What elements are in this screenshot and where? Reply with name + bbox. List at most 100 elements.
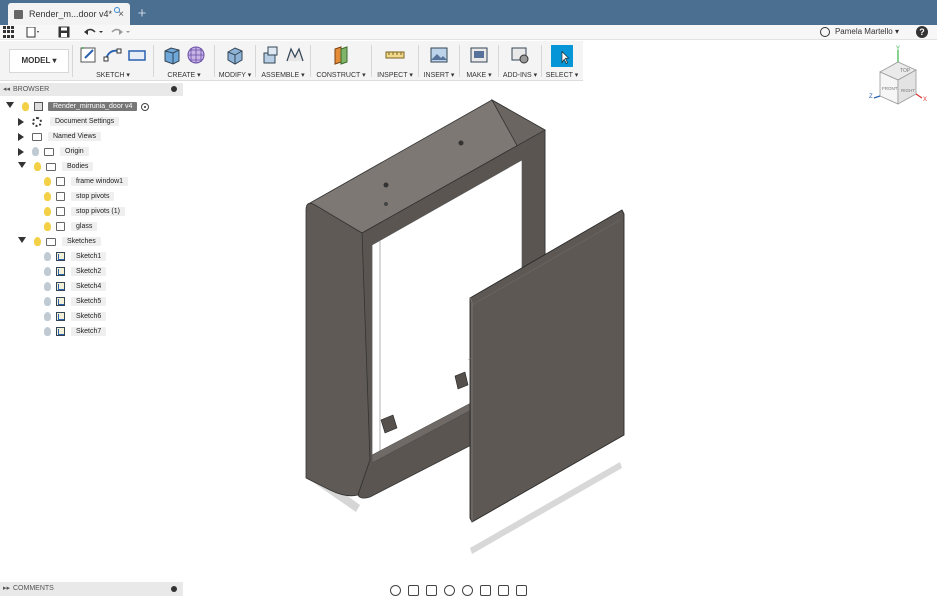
construct-menu[interactable]: CONSTRUCT ▾ [312,71,370,79]
expand-arrow-icon[interactable] [18,147,24,156]
modify-group[interactable]: MODIFY ▾ [216,41,254,81]
addins-group[interactable]: ADD-INS ▾ [500,41,540,81]
tree-item-sketch[interactable]: Sketch6 [44,310,107,323]
tree-item-body[interactable]: frame window1 [44,175,129,188]
tree-item-label[interactable]: Bodies [62,162,94,171]
pin-icon[interactable] [171,86,177,92]
scripts-addins-icon[interactable] [510,45,530,65]
3d-viewport[interactable] [183,83,937,582]
tree-item-sketch[interactable]: Sketch7 [44,325,107,338]
assemble-group[interactable]: ASSEMBLE ▾ [257,41,309,81]
inspect-menu[interactable]: INSPECT ▾ [373,71,417,79]
tree-item-bodies[interactable]: Bodies [18,160,94,173]
visibility-bulb-icon[interactable] [22,102,29,111]
tree-item-label[interactable]: Named Views [48,132,102,141]
visibility-bulb-icon[interactable] [44,297,51,306]
zoom-icon[interactable] [442,584,457,596]
expand-icon[interactable]: ▸▸ [3,582,10,596]
tree-item-body[interactable]: stop pivots (1) [44,205,125,218]
expand-arrow-icon[interactable] [18,132,24,141]
assemble-menu[interactable]: ASSEMBLE ▾ [257,71,309,79]
measure-icon[interactable] [385,45,405,65]
tree-item-origin[interactable]: Origin [18,145,89,158]
pin-icon[interactable] [171,586,177,592]
orbit-icon[interactable] [388,584,403,596]
grid-snaps-icon[interactable] [496,584,511,596]
visibility-bulb-icon[interactable] [44,222,51,231]
select-group[interactable]: SELECT ▾ [543,41,581,81]
create-group[interactable]: CREATE ▾ [155,41,213,81]
document-tab[interactable]: Render_m...door v4* × [8,3,130,25]
tree-item-label[interactable]: Origin [60,147,89,156]
tree-item-body[interactable]: stop pivots [44,190,115,203]
view-cube[interactable]: TOP FRONT RIGHT Y Z X [868,44,934,110]
tree-item-sketch[interactable]: Sketch4 [44,280,107,293]
insert-image-icon[interactable] [429,45,449,65]
tree-item-label[interactable]: Sketches [62,237,101,246]
tree-root[interactable]: Render_mirrunia_door v4 [6,100,150,113]
rectangle-tool-icon[interactable] [127,45,147,65]
root-component-label[interactable]: Render_mirrunia_door v4 [48,102,138,111]
job-status-clock-icon[interactable] [820,27,830,37]
workspace-switcher-button[interactable]: MODEL ▾ [9,49,69,73]
viewports-icon[interactable] [514,584,529,596]
look-at-icon[interactable] [406,584,421,596]
visibility-bulb-icon[interactable] [44,177,51,186]
new-component-icon[interactable] [261,45,281,65]
undo-icon[interactable] [84,27,104,38]
user-account-menu[interactable]: Pamela Martello ▾ [835,27,899,36]
visibility-bulb-icon[interactable] [44,327,51,336]
help-icon[interactable]: ? [916,26,928,38]
addins-menu[interactable]: ADD-INS ▾ [500,71,540,79]
insert-menu[interactable]: INSERT ▾ [420,71,458,79]
line-tool-icon[interactable] [103,45,123,65]
tree-item-label[interactable]: stop pivots (1) [71,207,125,216]
select-cursor-icon[interactable] [550,45,574,67]
inspect-group[interactable]: INSPECT ▾ [373,41,417,81]
extrude-icon[interactable] [162,45,182,65]
visibility-bulb-icon[interactable] [44,192,51,201]
display-settings-icon[interactable] [478,584,493,596]
make-group[interactable]: MAKE ▾ [461,41,497,81]
new-tab-button[interactable]: + [133,5,151,23]
collapse-arrow-icon[interactable] [6,101,14,112]
visibility-bulb-icon[interactable] [44,312,51,321]
browser-panel-header[interactable]: ◂◂ BROWSER [0,83,183,96]
fit-icon[interactable] [460,584,475,596]
tree-item-label[interactable]: frame window1 [71,177,129,186]
pan-hand-icon[interactable] [424,584,439,596]
redo-icon[interactable] [111,27,131,38]
create-menu[interactable]: CREATE ▾ [155,71,213,79]
collapse-icon[interactable]: ◂◂ [3,83,10,96]
sketch-menu[interactable]: SKETCH ▾ [74,71,152,79]
tree-item-label[interactable]: Sketch7 [71,327,107,336]
tree-item-body[interactable]: glass [44,220,98,233]
sketch-group[interactable]: SKETCH ▾ [74,41,152,81]
press-pull-icon[interactable] [225,45,245,65]
tree-item-label[interactable]: Document Settings [50,117,120,126]
tree-item-sketch[interactable]: Sketch1 [44,250,107,263]
tree-item-label[interactable]: Sketch5 [71,297,107,306]
insert-group[interactable]: INSERT ▾ [420,41,458,81]
tree-item-label[interactable]: stop pivots [71,192,115,201]
comments-panel-header[interactable]: ▸▸ COMMENTS [0,582,183,596]
construct-group[interactable]: CONSTRUCT ▾ [312,41,370,81]
tree-item-label[interactable]: glass [71,222,98,231]
activate-radio-icon[interactable] [141,102,150,111]
tree-item-label[interactable]: Sketch6 [71,312,107,321]
tree-item-sketch[interactable]: Sketch5 [44,295,107,308]
visibility-bulb-icon[interactable] [44,267,51,276]
data-panel-grid-icon[interactable] [3,26,15,39]
offset-plane-icon[interactable] [331,45,351,65]
visibility-bulb-icon[interactable] [34,162,41,171]
visibility-bulb-icon[interactable] [44,282,51,291]
file-menu-icon[interactable] [26,27,40,38]
create-sketch-icon[interactable] [79,45,99,65]
3d-print-icon[interactable] [469,45,489,65]
visibility-bulb-icon[interactable] [34,237,41,246]
tree-item-named-views[interactable]: Named Views [18,130,102,143]
select-menu[interactable]: SELECT ▾ [543,71,581,79]
visibility-bulb-icon[interactable] [44,252,51,261]
modify-menu[interactable]: MODIFY ▾ [216,71,254,79]
expand-arrow-icon[interactable] [18,117,24,126]
